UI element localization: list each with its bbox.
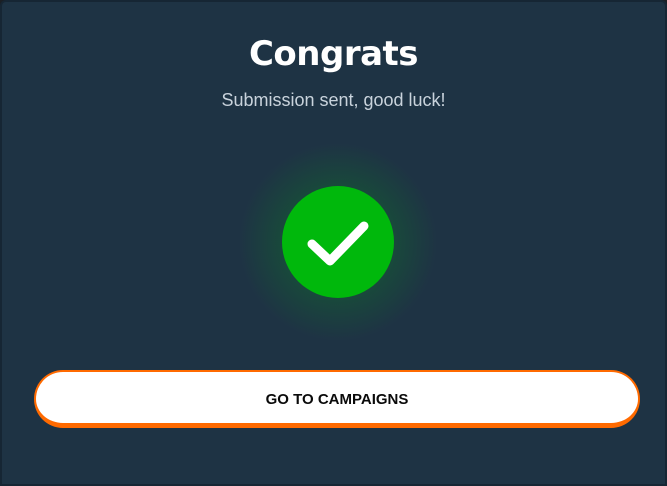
success-dialog: Congrats Submission sent, good luck! GO … <box>0 0 667 486</box>
checkmark-glyph <box>307 221 369 266</box>
go-to-campaigns-button[interactable]: GO TO CAMPAIGNS <box>34 370 640 428</box>
checkmark-icon <box>282 186 394 298</box>
dialog-subtitle: Submission sent, good luck! <box>221 90 446 110</box>
dialog-title: Congrats <box>248 34 419 74</box>
